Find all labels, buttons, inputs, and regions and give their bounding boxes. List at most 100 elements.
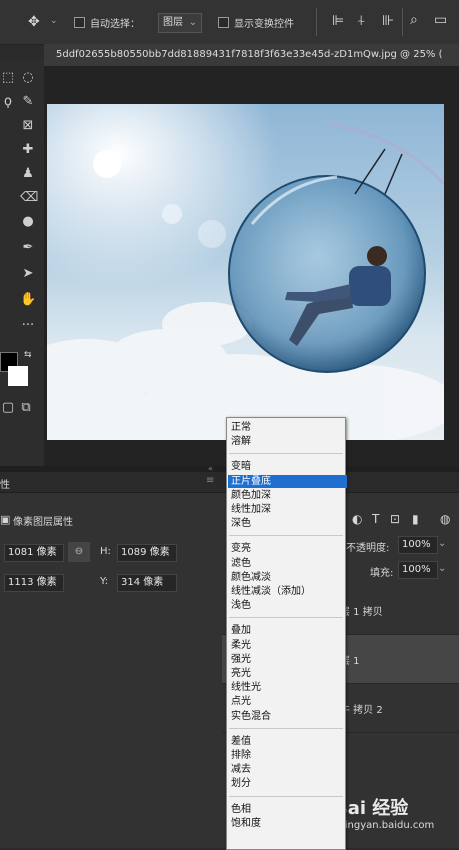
divider xyxy=(402,8,403,36)
blend-mode-item[interactable]: 柔光 xyxy=(231,639,251,652)
document-image[interactable] xyxy=(47,104,444,440)
workspace-icon[interactable]: ▭ xyxy=(434,12,447,28)
auto-select-checkbox[interactable] xyxy=(74,17,85,28)
blend-mode-item[interactable]: 浅色 xyxy=(231,599,251,612)
menu-separator xyxy=(229,453,343,455)
opacity-field[interactable]: 100% xyxy=(398,536,438,554)
options-bar: ✥ ⌄ 自动选择： 图层 ⌄ 显示变换控件 ⊫ ⍭ ⊪ ⌕ ▭ xyxy=(0,0,459,45)
width-field[interactable]: 1081 像素 xyxy=(4,544,64,562)
search-icon[interactable]: ⌕ xyxy=(410,12,418,28)
blend-mode-item[interactable]: 变暗 xyxy=(231,460,251,473)
menu-separator xyxy=(229,795,343,797)
crop-icon[interactable]: ⊠ xyxy=(20,118,36,134)
layer-name: 牛 拷贝 2 xyxy=(340,705,383,716)
width-value: 1081 像素 xyxy=(8,547,57,558)
pixel-layer-icon: ▣ xyxy=(0,513,11,526)
blend-mode-item[interactable]: 深色 xyxy=(231,517,251,530)
blend-mode-item[interactable]: 滤色 xyxy=(231,557,251,570)
lock-all-icon[interactable]: ◍ xyxy=(440,512,450,526)
auto-select-label: 自动选择： xyxy=(90,19,140,30)
height-field[interactable]: 1089 像素 xyxy=(117,544,177,562)
blend-mode-item[interactable]: 线性减淡（添加） xyxy=(231,585,311,598)
stamp-icon[interactable]: ♟ xyxy=(20,166,36,182)
menu-separator xyxy=(229,617,343,619)
auto-select-dropdown[interactable]: 图层 ⌄ xyxy=(158,13,202,33)
opacity-label: 不透明度: xyxy=(346,543,390,554)
brush-icon[interactable]: ✎ xyxy=(20,94,36,110)
quick-select-icon[interactable]: ϙ xyxy=(0,94,16,110)
blend-mode-item[interactable]: 线性光 xyxy=(231,681,261,694)
auto-select-value: 图层 xyxy=(163,17,183,28)
panel-menu-icon[interactable]: ≡ xyxy=(206,475,214,486)
lock-text-icon[interactable]: T xyxy=(372,512,379,526)
blend-mode-item[interactable]: 正常 xyxy=(231,421,251,434)
fill-field[interactable]: 100% xyxy=(398,561,438,579)
screen-mode-icon[interactable]: ⧉ xyxy=(18,400,34,416)
blend-mode-item[interactable]: 溶解 xyxy=(231,435,251,448)
blend-mode-item[interactable]: 颜色减淡 xyxy=(231,571,271,584)
blend-mode-item-selected[interactable]: 正片叠底 xyxy=(228,474,347,488)
watermark-url: jingyan.baidu.com xyxy=(342,820,435,831)
move-tool-icon[interactable]: ✥ xyxy=(28,14,40,30)
height-value: 1089 像素 xyxy=(121,547,170,558)
properties-panel: 性 ≡ ▣ 像素图层属性 1081 像素 ⊖ H: 1089 像素 1113 像… xyxy=(0,472,222,848)
swap-colors-icon[interactable]: ⇆ xyxy=(24,350,32,360)
blend-mode-item[interactable]: 差值 xyxy=(231,735,251,748)
blend-mode-item[interactable]: 强光 xyxy=(231,653,251,666)
blend-mode-item[interactable]: 划分 xyxy=(231,777,251,790)
align-center-icon[interactable]: ⍭ xyxy=(357,13,365,29)
more-tools-icon[interactable]: ··· xyxy=(20,318,36,334)
chevron-down-icon: ⌄ xyxy=(188,17,197,28)
show-transform-checkbox[interactable] xyxy=(218,17,229,28)
lock-position-icon[interactable]: ⊡ xyxy=(390,512,400,526)
align-left-icon[interactable]: ⊫ xyxy=(332,13,344,29)
hand-icon[interactable]: ✋ xyxy=(20,292,36,308)
blend-mode-item[interactable]: 排除 xyxy=(231,749,251,762)
direct-select-icon[interactable]: ➤ xyxy=(20,266,36,282)
properties-header: 性 ≡ xyxy=(0,472,222,493)
blend-mode-item[interactable]: 减去 xyxy=(231,763,251,776)
properties-subtitle: 像素图层属性 xyxy=(13,517,73,528)
y-value: 314 像素 xyxy=(121,577,164,588)
blend-mode-item[interactable]: 颜色加深 xyxy=(231,489,271,502)
pen-icon[interactable]: ✒ xyxy=(20,240,36,256)
divider xyxy=(316,8,317,36)
align-right-icon[interactable]: ⊪ xyxy=(382,13,394,29)
document-tab[interactable]: 5ddf02655b80550bb7dd81889431f7818f3f63e3… xyxy=(44,44,459,67)
blend-mode-menu: 正常 溶解变暗 正片叠底 颜色加深 线性加深 深色变亮滤色 颜色减淡 线性减淡（添加） 浅色叠加… xyxy=(226,417,347,850)
height-label: H: xyxy=(100,546,111,557)
properties-tab[interactable]: 性 xyxy=(0,476,10,491)
tools-panel: ⬚ ◌ ϙ ✎ ⊠ ✚ ♟ ⌫ ● ✒ ➤ ✋ ··· ⇆ ▢ ⧉ xyxy=(0,60,44,468)
ellipse-marquee-icon[interactable]: ◌ xyxy=(20,70,36,86)
eraser-icon[interactable]: ⌫ xyxy=(20,190,38,206)
chevron-down-icon[interactable]: ⌄ xyxy=(50,16,58,26)
healing-brush-icon[interactable]: ✚ xyxy=(20,142,36,158)
x-value: 1113 像素 xyxy=(8,577,57,588)
marquee-tool-icon[interactable]: ⬚ xyxy=(0,70,16,86)
lock-artboard-icon[interactable]: ▮ xyxy=(412,512,419,526)
blend-mode-item[interactable]: 实色混合 xyxy=(231,710,271,723)
blend-mode-item[interactable]: 线性加深 xyxy=(231,503,271,516)
fill-label: 填充: xyxy=(370,568,394,579)
blend-mode-item[interactable]: 叠加 xyxy=(231,624,251,637)
blend-mode-item[interactable]: 变亮 xyxy=(231,542,251,555)
sky-bubble-image xyxy=(47,104,444,440)
chevron-down-icon[interactable]: ⌄ xyxy=(438,538,446,549)
link-icon[interactable]: ⊖ xyxy=(68,542,90,562)
blend-mode-item[interactable]: 点光 xyxy=(231,695,251,708)
blend-mode-item[interactable]: 饱和度 xyxy=(231,817,261,830)
y-label: Y: xyxy=(100,576,109,587)
background-color-swatch[interactable] xyxy=(8,366,28,386)
document-title: 5ddf02655b80550bb7dd81889431f7818f3f63e3… xyxy=(56,49,443,60)
show-transform-label: 显示变换控件 xyxy=(234,19,294,30)
y-field[interactable]: 314 像素 xyxy=(117,574,177,592)
x-field[interactable]: 1113 像素 xyxy=(4,574,64,592)
lock-transparency-icon[interactable]: ◐ xyxy=(352,512,362,526)
quick-mask-icon[interactable]: ▢ xyxy=(0,400,16,416)
blend-mode-item[interactable]: 亮光 xyxy=(231,667,251,680)
blur-icon[interactable]: ● xyxy=(20,214,36,230)
chevron-down-icon[interactable]: ⌄ xyxy=(438,563,446,574)
menu-separator xyxy=(229,535,343,537)
blend-mode-item[interactable]: 色相 xyxy=(231,803,251,816)
menu-separator xyxy=(229,727,343,729)
